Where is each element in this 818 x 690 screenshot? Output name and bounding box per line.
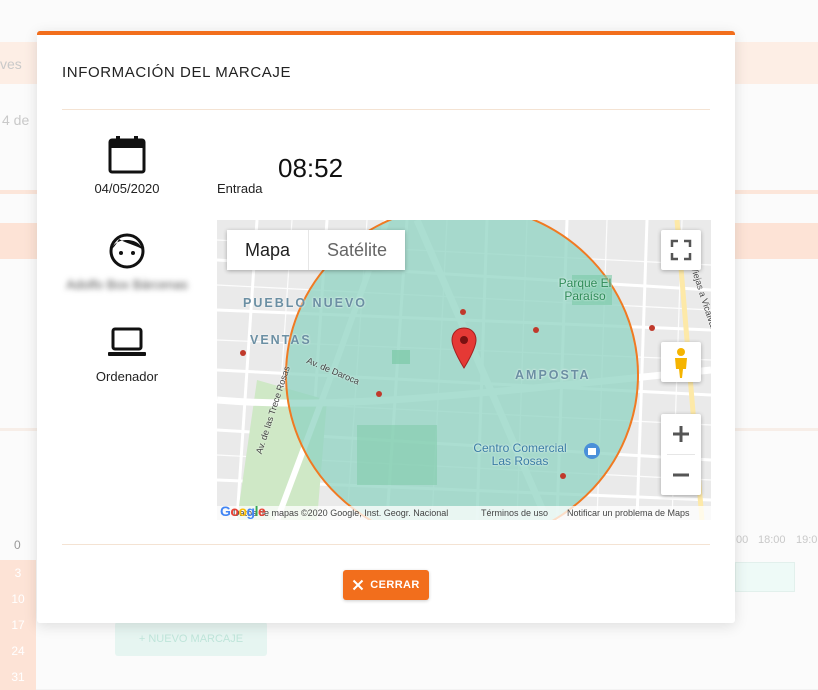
device-name: Ordenador xyxy=(95,369,159,384)
map-label-pueblo-nuevo: PUEBLO NUEVO xyxy=(243,296,368,310)
bg-time-label: 00 xyxy=(736,534,749,546)
map-type-map-button[interactable]: Mapa xyxy=(227,230,309,270)
footer-divider xyxy=(62,544,710,545)
plus-icon: + xyxy=(138,633,149,645)
close-button[interactable]: CERRAR xyxy=(343,570,429,600)
plus-icon xyxy=(673,426,689,442)
bg-row-number: 17 xyxy=(0,612,36,638)
map-label-parque: Parque El Paraíso xyxy=(558,276,612,303)
laptop-icon xyxy=(108,327,146,356)
location-pin-icon[interactable] xyxy=(451,327,477,369)
entry-date: 04/05/2020 xyxy=(94,181,160,196)
map-footer: Datos de mapas ©2020 Google, Inst. Geogr… xyxy=(217,506,711,520)
bg-tab-fragment: ves xyxy=(0,56,22,72)
bg-row-number: 0 xyxy=(14,538,21,552)
user-name: Adolfo Box Bárcenas xyxy=(66,277,188,292)
bg-timeline-block xyxy=(735,562,795,592)
map-type-satellite-button[interactable]: Satélite xyxy=(308,230,406,270)
zoom-in-button[interactable] xyxy=(661,414,701,454)
entry-type-label: Entrada xyxy=(217,181,263,196)
minus-icon xyxy=(673,473,689,477)
location-map[interactable]: PUEBLO NUEVO VENTAS AMPOSTA Parque El Pa… xyxy=(217,220,711,520)
date-block: 04/05/2020 xyxy=(62,135,192,196)
bg-time-label: 18:00 xyxy=(758,534,786,546)
close-icon xyxy=(353,579,364,591)
fullscreen-button[interactable] xyxy=(661,230,701,270)
street-view-button[interactable] xyxy=(661,342,701,382)
pegman-icon xyxy=(675,348,687,378)
map-label-ventas: VENTAS xyxy=(250,333,312,347)
entry-time: 08:52 xyxy=(278,153,344,183)
close-button-label: CERRAR xyxy=(370,579,420,591)
device-block: Ordenador xyxy=(62,323,192,384)
user-block: Adolfo Box Bárcenas xyxy=(62,231,192,292)
calendar-icon xyxy=(108,136,146,174)
map-terms-link[interactable]: Términos de uso xyxy=(481,508,548,518)
map-type-control: Mapa Satélite xyxy=(227,230,406,270)
map-data-attribution: Datos de mapas ©2020 Google, Inst. Geogr… xyxy=(233,508,449,518)
bg-row-number: 3 xyxy=(0,560,36,586)
map-report-link[interactable]: Notificar un problema de Maps xyxy=(567,508,690,518)
map-label-amposta: AMPOSTA xyxy=(515,368,591,382)
face-icon xyxy=(109,233,145,269)
fullscreen-icon xyxy=(670,239,692,261)
zoom-out-button[interactable] xyxy=(661,455,701,495)
header-divider xyxy=(62,109,710,110)
bg-date-fragment: 4 de xyxy=(2,112,30,128)
bg-row-number: 10 xyxy=(0,586,36,612)
modal-title: INFORMACIÓN DEL MARCAJE xyxy=(62,64,292,81)
google-logo: Google xyxy=(220,503,266,519)
map-label-centro-comercial: Centro Comercial Las Rosas xyxy=(473,441,567,468)
zoom-control xyxy=(661,414,701,495)
bg-time-label: 19:0 xyxy=(796,534,818,546)
bg-new-entry-button: + NUEVO MARCAJE xyxy=(115,622,267,656)
bg-new-entry-label: NUEVO MARCAJE xyxy=(148,633,244,645)
bg-row-number: 24 xyxy=(0,638,36,664)
bg-row-number: 31 xyxy=(0,664,36,690)
entry-info-modal: INFORMACIÓN DEL MARCAJE 04/05/2020 Adolf… xyxy=(37,31,735,623)
